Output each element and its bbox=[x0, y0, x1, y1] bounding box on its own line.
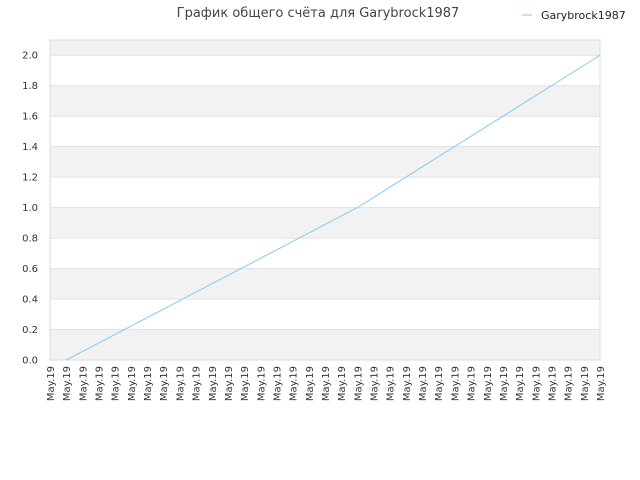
y-tick-label: 0.8 bbox=[22, 234, 38, 245]
x-tick-label: May.19 bbox=[305, 366, 316, 401]
x-tick-label: May.19 bbox=[321, 366, 332, 401]
x-tick-label: May.19 bbox=[596, 366, 607, 401]
x-tick-label: May.19 bbox=[547, 366, 558, 401]
x-axis-ticks: May.19 May.19 May.19 May.19 May.19 May.19 May.… bbox=[46, 366, 607, 401]
x-tick-label: May.19 bbox=[580, 366, 591, 401]
x-tick-label: May.19 bbox=[289, 366, 300, 401]
y-tick-label: 0.4 bbox=[22, 295, 38, 306]
x-tick-label: May.19 bbox=[159, 366, 170, 401]
x-tick-label: May.19 bbox=[175, 366, 186, 401]
line-chart: График общего счёта для Garybrock1987 Ga… bbox=[22, 6, 626, 401]
x-tick-label: May.19 bbox=[353, 366, 364, 401]
x-tick-label: May.19 bbox=[531, 366, 542, 401]
x-tick-label: May.19 bbox=[256, 366, 267, 401]
x-tick-label: May.19 bbox=[467, 366, 478, 401]
x-tick-label: May.19 bbox=[483, 366, 494, 401]
x-tick-label: May.19 bbox=[434, 366, 445, 401]
x-tick-label: May.19 bbox=[46, 366, 57, 401]
legend-label-garybrock1987: Garybrock1987 bbox=[541, 9, 626, 22]
x-tick-label: May.19 bbox=[386, 366, 397, 401]
x-tick-label: May.19 bbox=[370, 366, 381, 401]
x-tick-label: May.19 bbox=[127, 366, 138, 401]
x-tick-label: May.19 bbox=[78, 366, 89, 401]
x-tick-label: May.19 bbox=[272, 366, 283, 401]
x-tick-label: May.19 bbox=[143, 366, 154, 401]
x-tick-label: May.19 bbox=[111, 366, 122, 401]
x-tick-label: May.19 bbox=[564, 366, 575, 401]
x-tick-label: May.19 bbox=[240, 366, 251, 401]
plot-band bbox=[50, 85, 600, 117]
x-tick-label: May.19 bbox=[224, 366, 235, 401]
y-tick-label: 1.4 bbox=[22, 142, 38, 153]
plot-band bbox=[50, 268, 600, 300]
chart-title: График общего счёта для Garybrock1987 bbox=[177, 6, 460, 21]
x-tick-label: May.19 bbox=[418, 366, 429, 401]
x-tick-label: May.19 bbox=[337, 366, 348, 401]
plot-band bbox=[50, 40, 600, 56]
y-tick-label: 1.0 bbox=[22, 203, 38, 214]
plot-bands bbox=[50, 40, 600, 360]
x-tick-label: May.19 bbox=[499, 366, 510, 401]
y-tick-label: 1.2 bbox=[22, 173, 38, 184]
x-tick-label: May.19 bbox=[402, 366, 413, 401]
y-tick-label: 0.0 bbox=[22, 356, 38, 367]
plot-band bbox=[50, 207, 600, 239]
plot-band bbox=[50, 329, 600, 360]
x-tick-label: May.19 bbox=[192, 366, 203, 401]
y-tick-label: 2.0 bbox=[22, 51, 38, 62]
x-tick-label: May.19 bbox=[95, 366, 106, 401]
x-tick-label: May.19 bbox=[208, 366, 219, 401]
y-tick-label: 0.2 bbox=[22, 325, 38, 336]
plot-band bbox=[50, 146, 600, 178]
y-tick-label: 0.6 bbox=[22, 264, 38, 275]
y-tick-label: 1.6 bbox=[22, 112, 38, 123]
legend: Garybrock1987 bbox=[522, 9, 626, 22]
x-tick-label: May.19 bbox=[515, 366, 526, 401]
y-tick-label: 1.8 bbox=[22, 81, 38, 92]
x-tick-label: May.19 bbox=[450, 366, 461, 401]
y-axis-ticks: 0.0 0.2 0.4 0.6 0.8 1.0 1.2 1.4 1.6 1.8 2.0 bbox=[22, 51, 38, 367]
x-tick-label: May.19 bbox=[62, 366, 73, 401]
